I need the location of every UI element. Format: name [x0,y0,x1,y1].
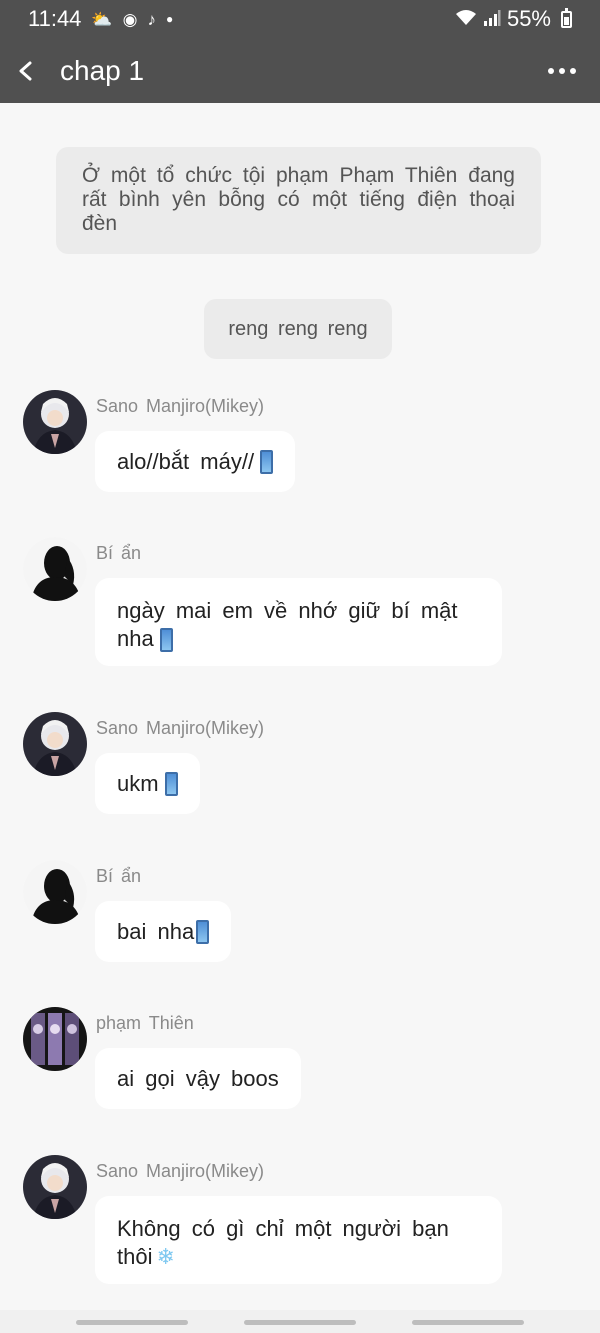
battery-icon [561,7,572,28]
silhouette-avatar[interactable] [23,860,87,924]
phone-emoji [164,771,178,796]
sender-name: Bí ẩn [96,543,142,563]
message-bubble: ukm [95,753,200,814]
app-bar: chap 1 [0,38,600,103]
sound-effect-text: reng reng reng [228,317,368,340]
signal-icon [483,9,501,30]
sanzu-avatar[interactable] [23,1007,87,1071]
message-bubble: alo//bắt máy// [95,431,296,492]
sound-effect-box: reng reng reng [204,299,392,359]
chrome-icon: ◉ [122,9,138,29]
sender-name: Sano Manjiro(Mikey) [96,396,265,416]
phone-emoji [159,628,173,653]
message-text: Không có gì chỉ một người bạn thôi ❄ [117,1216,449,1269]
more-options-button[interactable] [542,51,582,91]
more-dots-icon [548,67,554,74]
phone-emoji [196,919,210,944]
tiktok-icon: ♪ [147,9,156,29]
message-bubble: ai gọi vậy boos [95,1048,301,1109]
message-text: ai gọi vậy boos [117,1065,279,1091]
message-bubble: ngày mai em về nhớ giữ bí mật nha [95,578,502,666]
message-text: ukm [117,770,159,796]
message-text: alo//bắt máy// [117,448,255,474]
status-right: 55% [455,6,572,32]
nav-home-button[interactable] [244,1320,356,1325]
dot-icon: ● [165,12,174,26]
message-bubble: Không có gì chỉ một người bạn thôi ❄ [95,1196,502,1284]
snowflake-emoji: ❄ [156,1244,175,1269]
narration-box: Ở một tổ chức tội phạm Phạm Thiên đang r… [56,147,541,254]
weather-icon: ⛅ [91,9,113,29]
phone-emoji [260,449,274,474]
battery-percent: 55% [506,6,551,31]
status-bar: 11:44 ⛅ ◉ ♪ ● 55% [0,0,600,38]
status-left: 11:44 ⛅ ◉ ♪ ● [28,6,173,32]
page-title: chap 1 [60,54,145,86]
message-bubble: bai nha [95,901,232,962]
message-text: bai nha [117,918,195,944]
mikey-avatar[interactable] [23,1155,87,1219]
back-button[interactable] [4,49,48,93]
mikey-avatar[interactable] [23,390,87,454]
silhouette-avatar[interactable] [23,537,87,601]
nav-back-button[interactable] [412,1320,524,1325]
sender-name: Bí ẩn [96,866,142,886]
message-text: ngày mai em về nhớ giữ bí mật nha [117,598,458,653]
sender-name: Sano Manjiro(Mikey) [96,1161,265,1181]
status-time: 11:44 [28,6,82,31]
sender-name: phạm Thiên [96,1013,194,1033]
mikey-avatar[interactable] [23,712,87,776]
nav-recent-button[interactable] [76,1320,188,1325]
sender-name: Sano Manjiro(Mikey) [96,718,265,738]
wifi-icon [455,9,477,30]
navigation-bar [0,1310,600,1333]
chevron-left-icon [19,61,32,80]
